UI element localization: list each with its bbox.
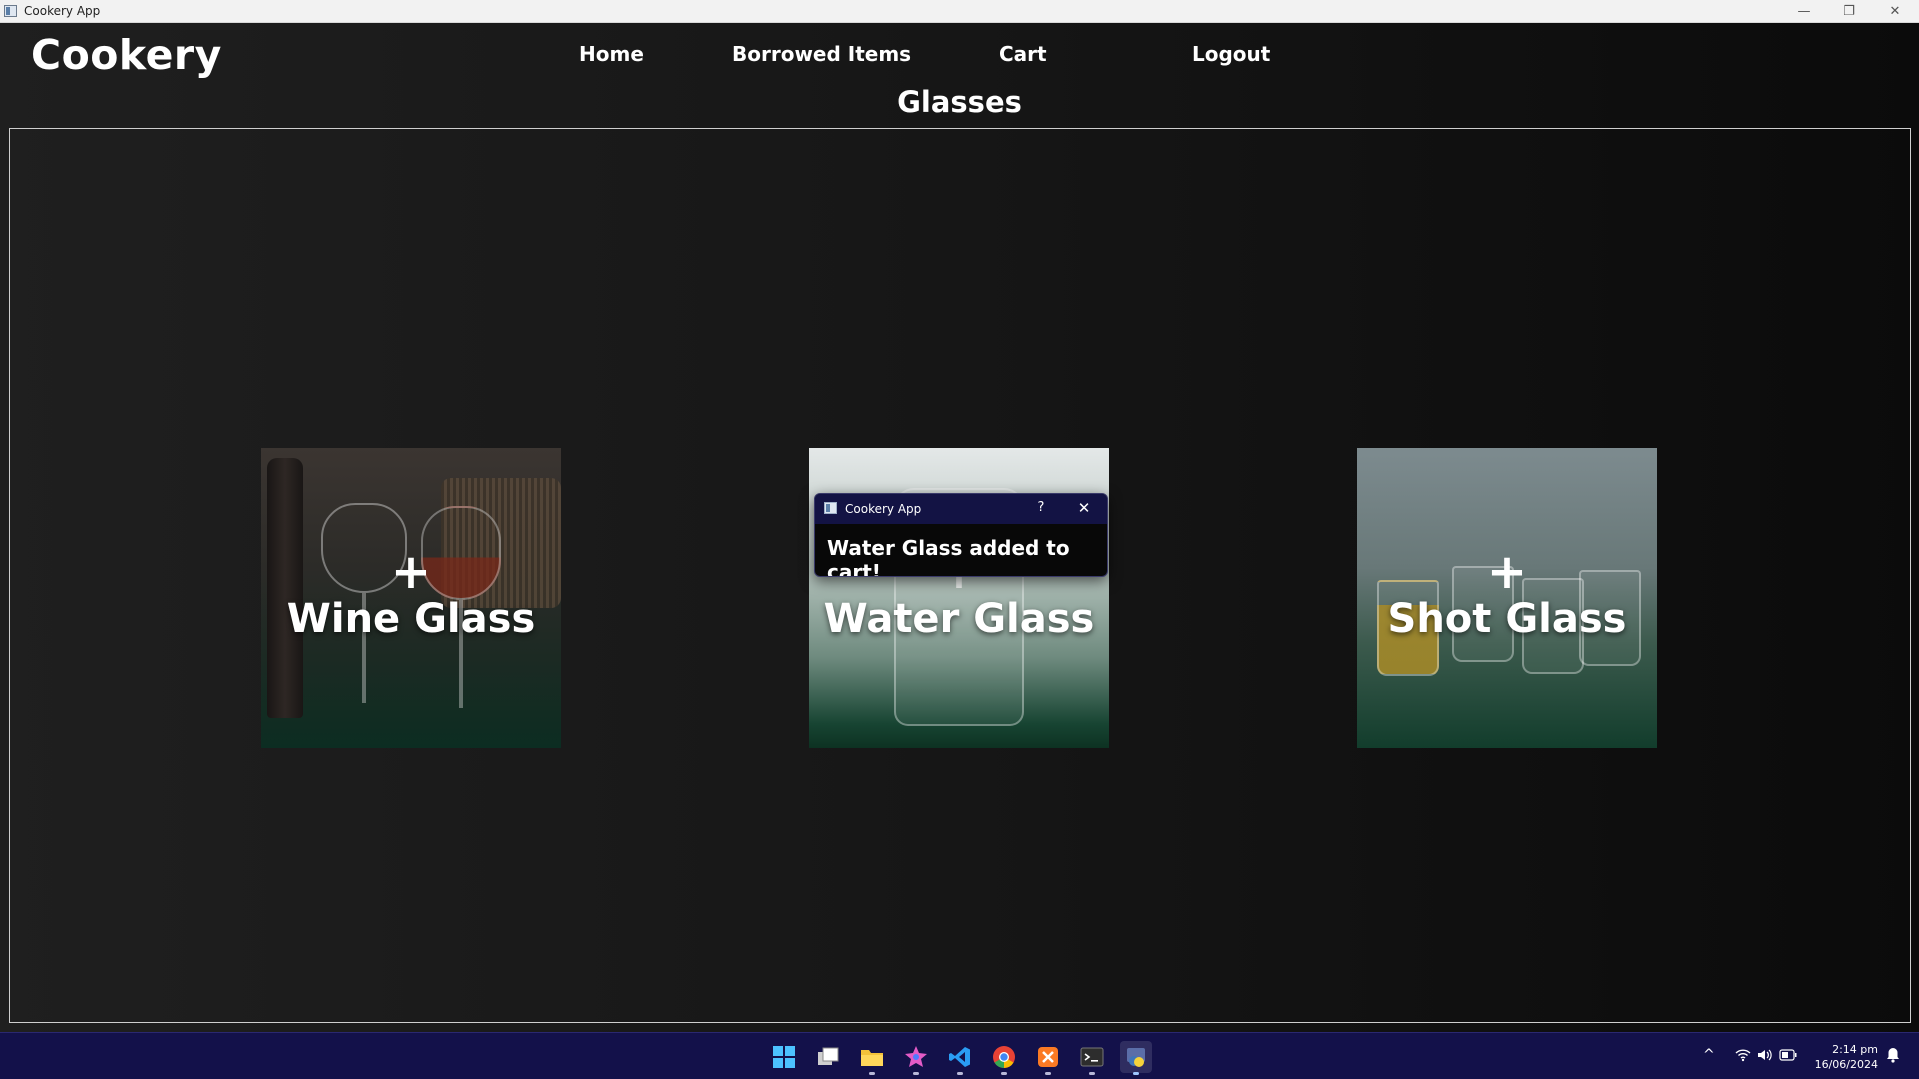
brand-logo: Cookery bbox=[31, 31, 222, 79]
clock-time: 2:14 pm bbox=[1832, 1043, 1878, 1056]
window-titlebar: Cookery App — ❐ ✕ bbox=[0, 0, 1919, 23]
battery-icon[interactable] bbox=[1779, 1049, 1797, 1065]
product-label: Water Glass bbox=[823, 596, 1095, 642]
vscode-icon[interactable] bbox=[944, 1041, 976, 1075]
add-to-cart-plus-icon[interactable]: + bbox=[1357, 548, 1657, 596]
volume-icon[interactable] bbox=[1757, 1048, 1773, 1066]
file-explorer-icon[interactable] bbox=[856, 1041, 888, 1075]
system-clock[interactable]: 2:14 pm 16/06/2024 bbox=[1808, 1042, 1878, 1072]
terminal-icon[interactable] bbox=[1076, 1041, 1108, 1075]
dialog-title: Cookery App bbox=[845, 502, 922, 516]
help-button[interactable]: ? bbox=[1031, 500, 1051, 515]
nav-home[interactable]: Home bbox=[579, 42, 644, 66]
dialog-titlebar: Cookery App ? ✕ bbox=[815, 494, 1107, 524]
nav-borrowed-items[interactable]: Borrowed Items bbox=[732, 42, 911, 66]
app-window-icon bbox=[824, 502, 837, 514]
paint-app-icon[interactable] bbox=[900, 1041, 932, 1075]
windows-start-icon[interactable] bbox=[768, 1041, 800, 1073]
window-title: Cookery App bbox=[24, 4, 101, 18]
minimize-button[interactable]: — bbox=[1781, 0, 1827, 22]
clock-date: 16/06/2024 bbox=[1814, 1058, 1878, 1071]
tray-chevron-icon[interactable]: ^ bbox=[1703, 1047, 1715, 1063]
dialog-close-button[interactable]: ✕ bbox=[1073, 499, 1095, 517]
product-card-wine-glass[interactable]: + Wine Glass bbox=[261, 448, 561, 748]
xampp-icon[interactable] bbox=[1032, 1041, 1064, 1075]
wifi-icon[interactable] bbox=[1735, 1048, 1751, 1066]
add-to-cart-plus-icon[interactable]: + bbox=[261, 548, 561, 596]
restore-button[interactable]: ❐ bbox=[1826, 0, 1872, 22]
notification-bell-icon[interactable] bbox=[1886, 1047, 1900, 1067]
product-label: Shot Glass bbox=[1387, 596, 1627, 642]
product-label: Wine Glass bbox=[286, 596, 536, 642]
python-app-icon[interactable] bbox=[1120, 1041, 1152, 1075]
dialog-message: Water Glass added to cart! bbox=[827, 536, 1070, 577]
taskbar: ^ 2:14 pm 16/06/2024 bbox=[0, 1032, 1919, 1079]
nav-cart[interactable]: Cart bbox=[999, 42, 1047, 66]
app-content: Cookery Home Borrowed Items Cart Logout … bbox=[0, 23, 1919, 1032]
added-to-cart-dialog: Cookery App ? ✕ Water Glass added to car… bbox=[814, 493, 1108, 577]
app-window-icon bbox=[4, 5, 17, 17]
nav-logout[interactable]: Logout bbox=[1192, 42, 1270, 66]
chrome-icon[interactable] bbox=[988, 1041, 1020, 1075]
task-view-icon[interactable] bbox=[812, 1041, 844, 1073]
page-title: Glasses bbox=[897, 85, 1022, 119]
close-window-button[interactable]: ✕ bbox=[1872, 0, 1918, 22]
product-card-shot-glass[interactable]: + Shot Glass bbox=[1357, 448, 1657, 748]
